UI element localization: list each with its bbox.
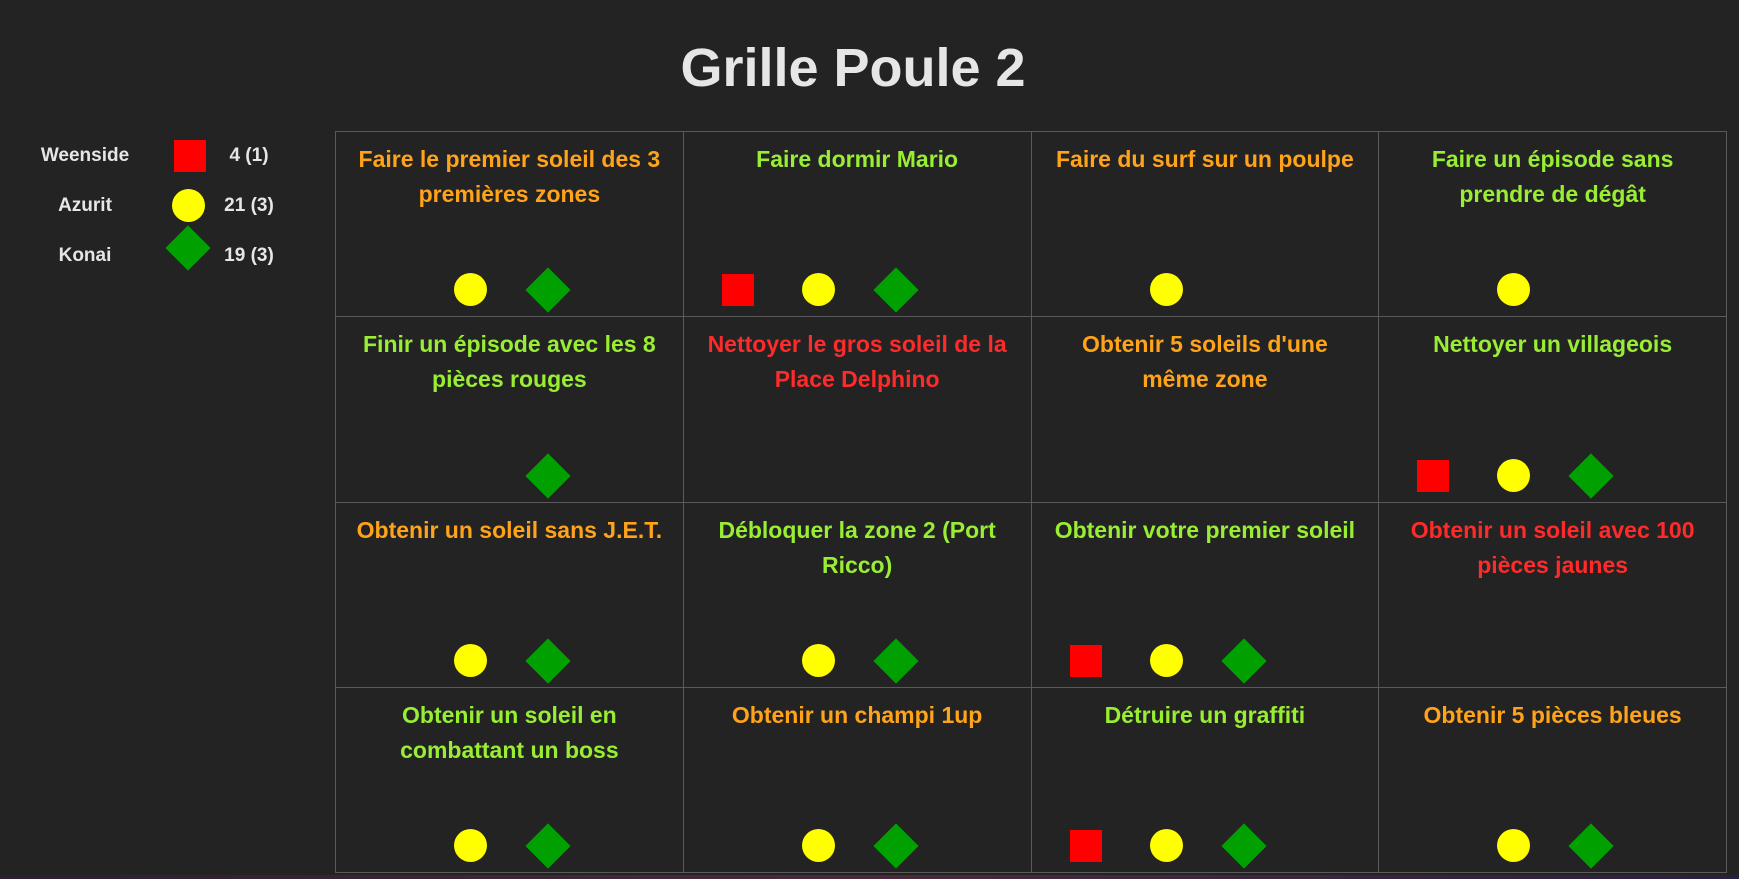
red-square-icon [1069, 830, 1102, 862]
bingo-page: Grille Poule 2 Weenside 4 (1) Azurit 21 … [0, 0, 1739, 879]
player-marks [1032, 633, 1379, 687]
yellow-circle-icon [801, 643, 835, 677]
objective-text: Obtenir un soleil sans J.E.T. [356, 516, 663, 543]
grid-cell[interactable]: Obtenir 5 pièces bleues [1379, 687, 1727, 873]
yellow-circle-icon [454, 829, 487, 862]
player-marks [684, 818, 1031, 872]
objective-text: Obtenir un soleil avec 100 pièces jaunes [1410, 516, 1695, 578]
bingo-grid: Faire le premier soleil des 3 premières … [335, 131, 1727, 873]
grid-cell[interactable]: Obtenir 5 soleils d'une même zone [1031, 317, 1380, 503]
objective-text: Faire le premier soleil des 3 premières … [358, 146, 661, 207]
grid-cell[interactable]: Détruire un graffiti [1031, 687, 1380, 873]
legend-player-name: Azurit [58, 195, 112, 216]
objective-text: Obtenir votre premier soleil [1054, 516, 1356, 543]
grid-cell[interactable]: Finir un épisode avec les 8 pièces rouge… [336, 317, 684, 503]
objective-text: Obtenir un soleil en combattant un boss [400, 701, 619, 763]
grid-cell[interactable]: Faire du surf sur un poulpe [1031, 132, 1380, 318]
green-diamond-icon [873, 638, 919, 684]
green-diamond-icon [525, 267, 571, 313]
player-marks [1379, 262, 1726, 316]
red-square-icon [166, 138, 210, 174]
yellow-circle-icon [166, 188, 210, 224]
player-marks [1032, 818, 1379, 872]
red-square-icon [1069, 644, 1102, 677]
grid-cell[interactable]: Faire dormir Mario [683, 132, 1032, 318]
yellow-circle-icon [454, 643, 487, 677]
player-marks [1032, 262, 1379, 316]
player-marks [1379, 633, 1726, 687]
objective-text: Débloquer la zone 2 (Port Ricco) [718, 516, 996, 578]
taskbar-edge [0, 875, 1739, 879]
grid-cell[interactable]: Obtenir un champi 1up [683, 687, 1032, 873]
green-diamond-icon [525, 823, 571, 869]
objective-text: Obtenir 5 pièces bleues [1423, 701, 1682, 728]
green-diamond-icon [873, 267, 919, 313]
grid-cell[interactable]: Faire le premier soleil des 3 premières … [336, 132, 684, 318]
grid-cell[interactable]: Nettoyer le gros soleil de la Place Delp… [683, 317, 1032, 503]
yellow-circle-icon [454, 273, 487, 307]
grid-cell[interactable]: Faire un épisode sans prendre de dégât [1379, 132, 1727, 318]
player-marks [336, 448, 683, 502]
player-marks [336, 633, 683, 687]
yellow-circle-icon [1497, 458, 1531, 492]
grid-cell[interactable]: Obtenir un soleil sans J.E.T. [336, 502, 684, 688]
player-marks [336, 818, 683, 872]
green-diamond-icon [873, 823, 919, 869]
objective-text: Obtenir un champi 1up [731, 701, 983, 728]
player-marks [684, 262, 1031, 316]
objective-text: Obtenir 5 soleils d'une même zone [1082, 331, 1328, 393]
green-diamond-icon [1220, 638, 1267, 684]
objective-text: Faire dormir Mario [756, 146, 959, 172]
green-diamond-icon [1220, 823, 1267, 869]
legend-row-azurit: Azurit 21 (3) [0, 188, 320, 238]
yellow-circle-icon [1497, 273, 1531, 307]
player-legend: Weenside 4 (1) Azurit 21 (3) Konai 19 (3… [0, 138, 320, 288]
green-diamond-icon [525, 452, 571, 499]
objective-text: Faire un épisode sans prendre de dégât [1431, 146, 1674, 207]
green-diamond-icon [165, 225, 211, 274]
yellow-circle-icon [801, 829, 835, 862]
green-diamond-icon [1568, 823, 1614, 869]
player-marks [684, 448, 1031, 502]
legend-player-score: 21 (3) [224, 195, 274, 216]
green-diamond-icon [1568, 452, 1614, 499]
red-square-icon [721, 274, 754, 307]
legend-player-name: Konai [58, 245, 112, 266]
objective-text: Finir un épisode avec les 8 pièces rouge… [363, 331, 656, 393]
objective-text: Faire du surf sur un poulpe [1056, 146, 1354, 172]
grid-cell[interactable]: Débloquer la zone 2 (Port Ricco) [683, 502, 1032, 688]
green-diamond-icon [525, 638, 571, 684]
player-marks [684, 633, 1031, 687]
grid-cell[interactable]: Obtenir un soleil avec 100 pièces jaunes [1379, 502, 1727, 688]
legend-player-score: 4 (1) [229, 145, 269, 166]
legend-player-name: Weenside [40, 145, 130, 166]
player-marks [336, 262, 683, 316]
player-marks [1032, 448, 1379, 502]
yellow-circle-icon [1149, 829, 1183, 862]
legend-row-weenside: Weenside 4 (1) [0, 138, 320, 188]
legend-row-konai: Konai 19 (3) [0, 225, 320, 288]
yellow-circle-icon [801, 273, 835, 307]
player-marks [1379, 818, 1726, 872]
grid-cell[interactable]: Obtenir un soleil en combattant un boss [336, 687, 684, 873]
grid-cell[interactable]: Obtenir votre premier soleil [1031, 502, 1380, 688]
yellow-circle-icon [1149, 643, 1183, 677]
objective-text: Nettoyer un villageois [1433, 331, 1673, 358]
red-square-icon [1417, 459, 1450, 492]
grid-cell[interactable]: Nettoyer un villageois [1379, 317, 1727, 503]
yellow-circle-icon [1149, 273, 1183, 307]
objective-text: Nettoyer le gros soleil de la Place Delp… [707, 331, 1007, 393]
yellow-circle-icon [1497, 829, 1531, 862]
legend-player-score: 19 (3) [224, 245, 274, 266]
objective-text: Détruire un graffiti [1104, 701, 1306, 728]
page-title: Grille Poule 2 [680, 38, 1026, 98]
player-marks [1379, 448, 1726, 502]
